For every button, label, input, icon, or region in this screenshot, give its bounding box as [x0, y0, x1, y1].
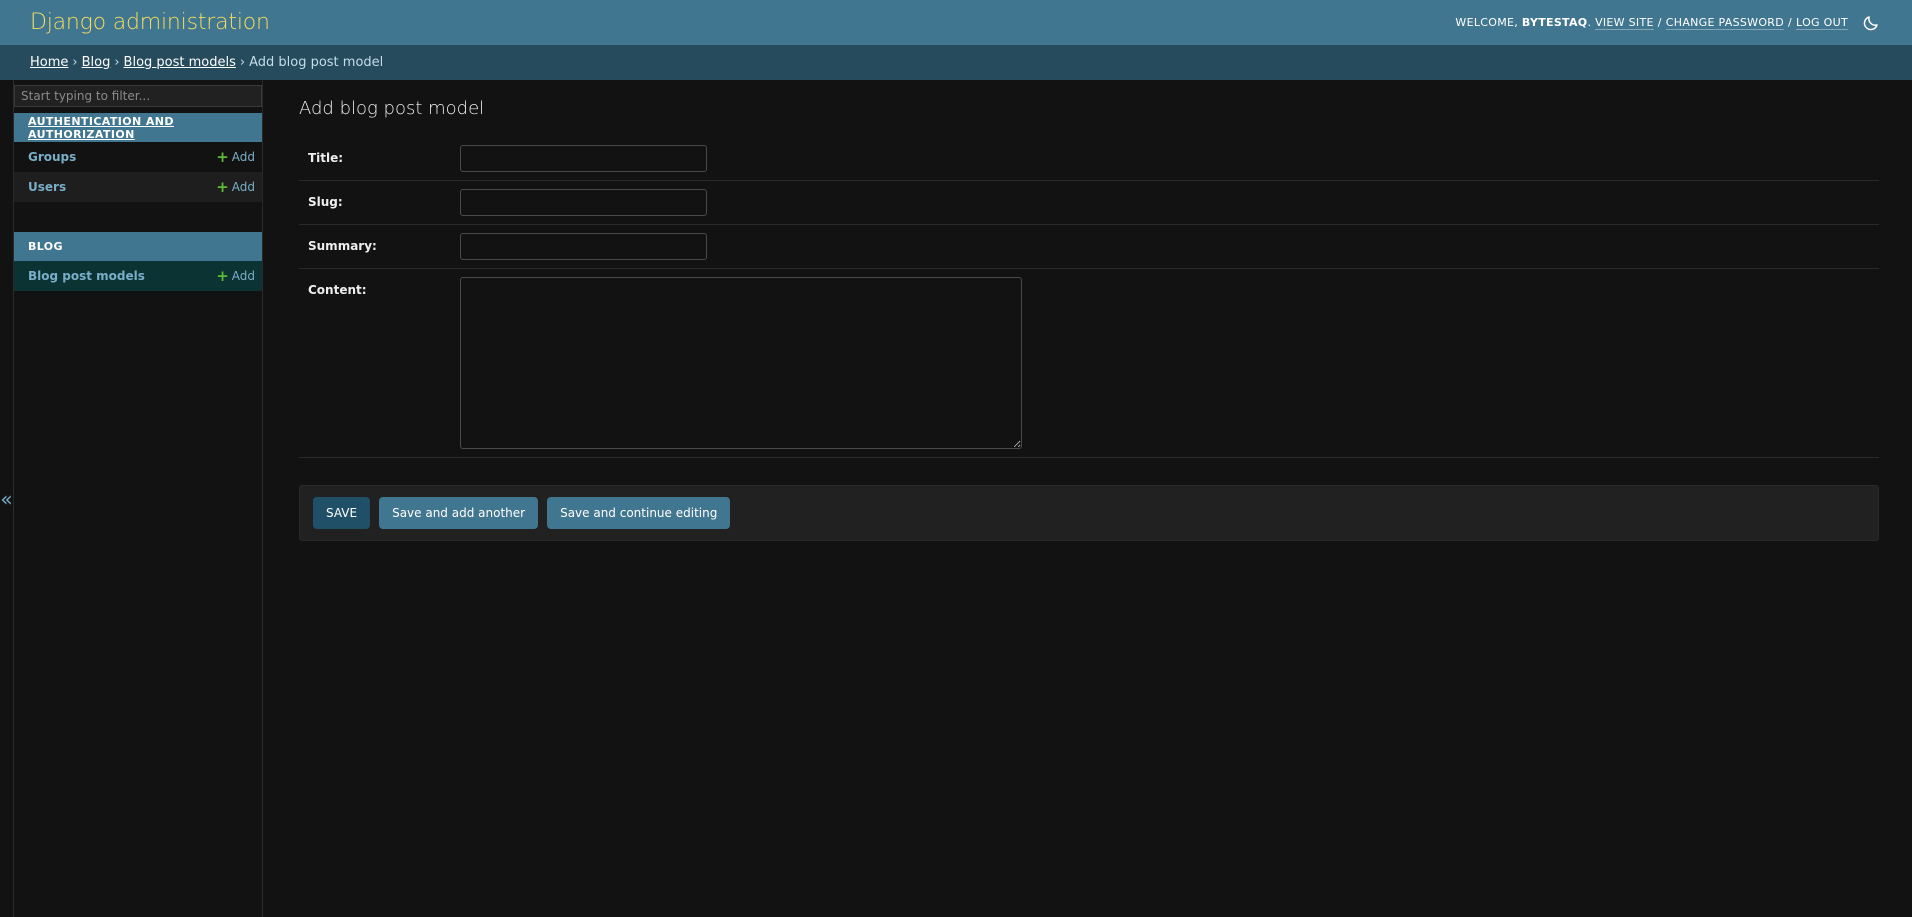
- plus-icon: +: [216, 147, 229, 166]
- plus-icon: +: [216, 266, 229, 285]
- summary-label: Summary:: [308, 239, 377, 253]
- module-auth: Authentication and Authorization Groups …: [14, 113, 262, 202]
- module-label-blog: Blog: [28, 240, 63, 253]
- groups-link[interactable]: Groups: [28, 150, 76, 164]
- form-row-content: Content:: [299, 269, 1879, 458]
- sidebar-item-blog-post-models: Blog post models + Add: [14, 261, 262, 291]
- summary-input[interactable]: [460, 233, 707, 260]
- breadcrumb-home[interactable]: Home: [30, 55, 68, 70]
- main-content: Add blog post model Title: Slug: Summary…: [299, 80, 1879, 541]
- title-label: Title:: [308, 151, 344, 165]
- save-and-continue-button[interactable]: Save and continue editing: [547, 497, 731, 529]
- content-textarea[interactable]: [460, 277, 1022, 449]
- slug-input[interactable]: [460, 189, 707, 216]
- module-caption-blog: Blog: [14, 232, 262, 261]
- change-password-link[interactable]: Change password: [1665, 16, 1785, 30]
- content-label: Content:: [308, 283, 367, 297]
- form-row-summary: Summary:: [299, 225, 1879, 269]
- nav-filter-input[interactable]: [14, 85, 262, 107]
- blog-post-models-add-link[interactable]: + Add: [216, 266, 255, 285]
- page-title: Add blog post model: [299, 98, 485, 119]
- module-link-auth[interactable]: Authentication and Authorization: [28, 115, 248, 141]
- plus-icon: +: [216, 177, 229, 196]
- groups-add-link[interactable]: + Add: [216, 147, 255, 166]
- site-name[interactable]: Django administration: [30, 10, 270, 35]
- users-add-link[interactable]: + Add: [216, 177, 255, 196]
- save-and-add-another-button[interactable]: Save and add another: [379, 497, 539, 529]
- form-row-slug: Slug:: [299, 181, 1879, 225]
- username: bytestaq: [1521, 16, 1588, 29]
- nav-sidebar: Authentication and Authorization Groups …: [14, 80, 263, 917]
- sidebar-item-users: Users + Add: [14, 172, 262, 202]
- sidebar-item-groups: Groups + Add: [14, 142, 262, 172]
- welcome-label: Welcome,: [1455, 16, 1519, 29]
- save-button[interactable]: Save: [313, 497, 371, 529]
- view-site-link[interactable]: View site: [1595, 16, 1654, 30]
- module-caption-auth: Authentication and Authorization: [14, 113, 262, 142]
- sidebar-toggle-button[interactable]: «: [0, 80, 14, 917]
- header: Django administration Welcome, bytestaq.…: [0, 0, 1912, 45]
- breadcrumb-blog-post-models[interactable]: Blog post models: [124, 55, 236, 70]
- module-blog: Blog Blog post models + Add: [14, 232, 262, 291]
- moon-icon[interactable]: [1860, 12, 1882, 34]
- double-chevron-left-icon: «: [0, 486, 13, 511]
- add-label: Add: [231, 150, 255, 164]
- user-tools: Welcome, bytestaq. View site / Change pa…: [1455, 12, 1882, 34]
- users-link[interactable]: Users: [28, 180, 66, 194]
- add-form: Title: Slug: Summary: Content: Save Save…: [299, 137, 1879, 541]
- blog-post-models-link[interactable]: Blog post models: [28, 269, 145, 283]
- breadcrumb-current: Add blog post model: [249, 55, 384, 70]
- submit-row: Save Save and add another Save and conti…: [299, 485, 1879, 541]
- form-row-title: Title:: [299, 137, 1879, 181]
- slug-label: Slug:: [308, 195, 343, 209]
- log-out-link[interactable]: Log out: [1796, 16, 1848, 30]
- add-label: Add: [231, 269, 255, 283]
- breadcrumb-blog[interactable]: Blog: [82, 55, 111, 70]
- add-label: Add: [231, 180, 255, 194]
- breadcrumb: Home › Blog › Blog post models › Add blo…: [0, 45, 1912, 80]
- title-input[interactable]: [460, 145, 707, 172]
